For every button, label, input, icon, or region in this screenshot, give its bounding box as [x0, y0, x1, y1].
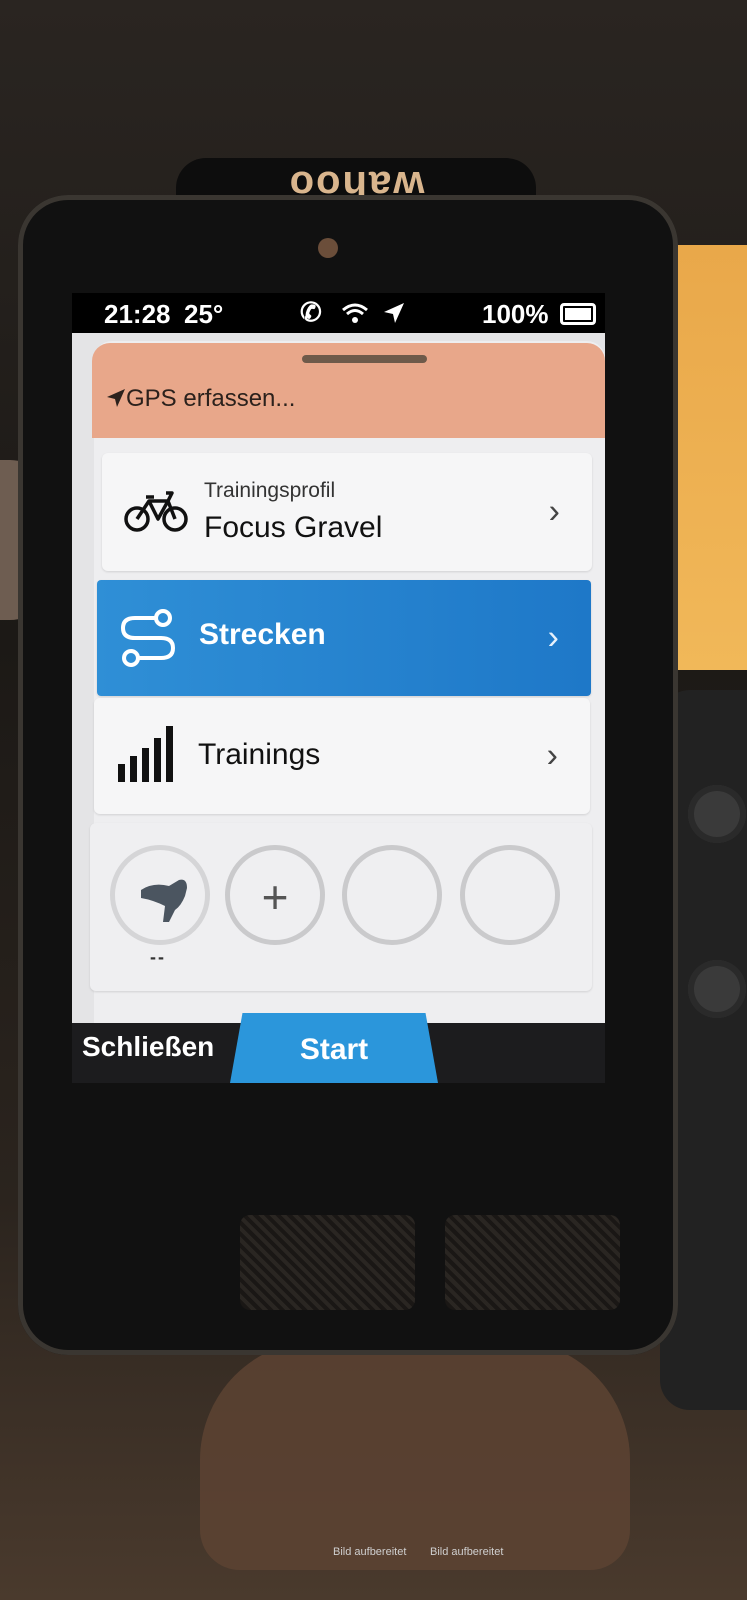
trainings-label: Trainings — [198, 738, 321, 771]
status-time: 21:28 — [104, 299, 171, 329]
bottom-bar: Schließen Start — [72, 1013, 605, 1083]
battery-icon — [560, 303, 596, 325]
device-screen: 21:28 25° ✆ 100% GPS erfassen... Trainin… — [72, 293, 605, 1083]
sheet-drag-handle[interactable] — [302, 355, 427, 363]
phone-icon: ✆ — [300, 297, 328, 327]
gps-status: GPS erfassen... — [106, 385, 295, 413]
battery-percent: 100% — [482, 299, 549, 329]
ambient-light-sensor — [318, 238, 338, 258]
shifter-sensor-slot[interactable] — [110, 845, 210, 945]
status-bar: 21:28 25° ✆ 100% — [72, 293, 605, 333]
shifter-icon — [141, 879, 187, 922]
start-button[interactable]: Start — [230, 1013, 438, 1083]
watermark-text: Bild aufbereitet — [430, 1546, 504, 1558]
bar-chart-icon — [118, 726, 173, 782]
background-foot — [200, 1340, 630, 1570]
start-label: Start — [299, 1033, 369, 1066]
sensor-shortcuts: -- + — [90, 823, 592, 991]
training-profile-value: Focus Gravel — [204, 511, 383, 544]
empty-sensor-slot[interactable] — [460, 845, 560, 945]
hardware-button-right[interactable] — [445, 1215, 620, 1310]
gps-banner[interactable]: GPS erfassen... — [92, 343, 605, 438]
route-icon — [120, 609, 176, 667]
close-button[interactable]: Schließen — [82, 1031, 214, 1063]
routes-button[interactable]: Strecken › — [97, 580, 591, 696]
watermark-text: Bild aufbereitet — [333, 1546, 407, 1558]
navigation-arrow-icon — [382, 297, 406, 327]
status-temperature: 25° — [184, 299, 224, 329]
add-sensor-button[interactable]: + — [225, 845, 325, 945]
training-profile-button[interactable]: Trainingsprofil Focus Gravel › — [102, 453, 592, 571]
shifter-sensor-value: -- — [150, 947, 166, 967]
mount-knob — [688, 785, 746, 843]
chevron-right-icon: › — [546, 736, 558, 775]
chevron-right-icon: › — [547, 618, 559, 657]
status-icons: ✆ — [300, 297, 406, 328]
location-arrow-icon — [107, 389, 125, 407]
routes-label: Strecken — [199, 618, 326, 651]
hardware-button-left[interactable] — [240, 1215, 415, 1310]
gps-status-text: GPS erfassen... — [126, 385, 296, 412]
wifi-icon — [328, 297, 382, 327]
plus-icon: + — [261, 871, 289, 923]
empty-sensor-slot[interactable] — [342, 845, 442, 945]
background-paper — [672, 245, 747, 670]
trainings-button[interactable]: Trainings › — [94, 698, 590, 814]
chevron-right-icon: › — [548, 492, 560, 531]
bike-icon — [124, 491, 188, 532]
mount-knob — [688, 960, 746, 1018]
training-profile-label: Trainingsprofil — [204, 479, 336, 502]
